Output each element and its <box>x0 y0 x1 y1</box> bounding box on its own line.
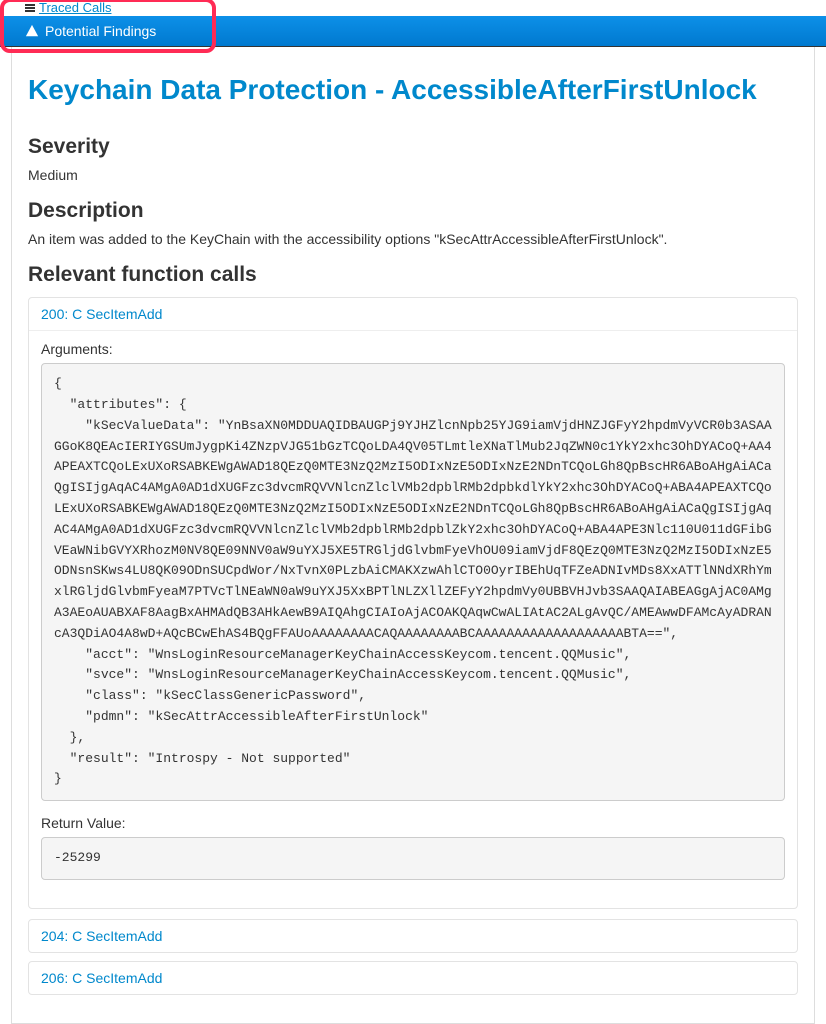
warning-icon <box>25 24 39 38</box>
arguments-label: Arguments: <box>41 341 785 357</box>
function-call-panel: 200: C SecItemAdd Arguments: { "attribut… <box>28 297 798 909</box>
tab-potential-findings[interactable]: Potential Findings <box>0 16 826 47</box>
description-value: An item was added to the KeyChain with t… <box>28 231 798 247</box>
traced-calls-label: Traced Calls <box>39 0 111 15</box>
severity-heading: Severity <box>28 135 798 159</box>
relevant-calls-heading: Relevant function calls <box>28 263 798 287</box>
severity-value: Medium <box>28 167 798 183</box>
list-icon <box>25 3 35 13</box>
arguments-block: { "attributes": { "kSecValueData": "YnBs… <box>41 363 785 801</box>
return-value-block: -25299 <box>41 837 785 880</box>
call-link-204[interactable]: 204: C SecItemAdd <box>41 928 162 944</box>
description-heading: Description <box>28 199 798 223</box>
potential-findings-label: Potential Findings <box>45 23 156 39</box>
function-call-panel: 206: C SecItemAdd <box>28 961 798 995</box>
finding-title: Keychain Data Protection - AccessibleAft… <box>28 75 798 106</box>
traced-calls-link[interactable]: Traced Calls <box>25 0 111 15</box>
call-link-206[interactable]: 206: C SecItemAdd <box>41 970 162 986</box>
function-call-panel: 204: C SecItemAdd <box>28 919 798 953</box>
finding-content: Keychain Data Protection - AccessibleAft… <box>11 47 815 1024</box>
return-value-label: Return Value: <box>41 815 785 831</box>
call-link-200[interactable]: 200: C SecItemAdd <box>41 306 162 322</box>
